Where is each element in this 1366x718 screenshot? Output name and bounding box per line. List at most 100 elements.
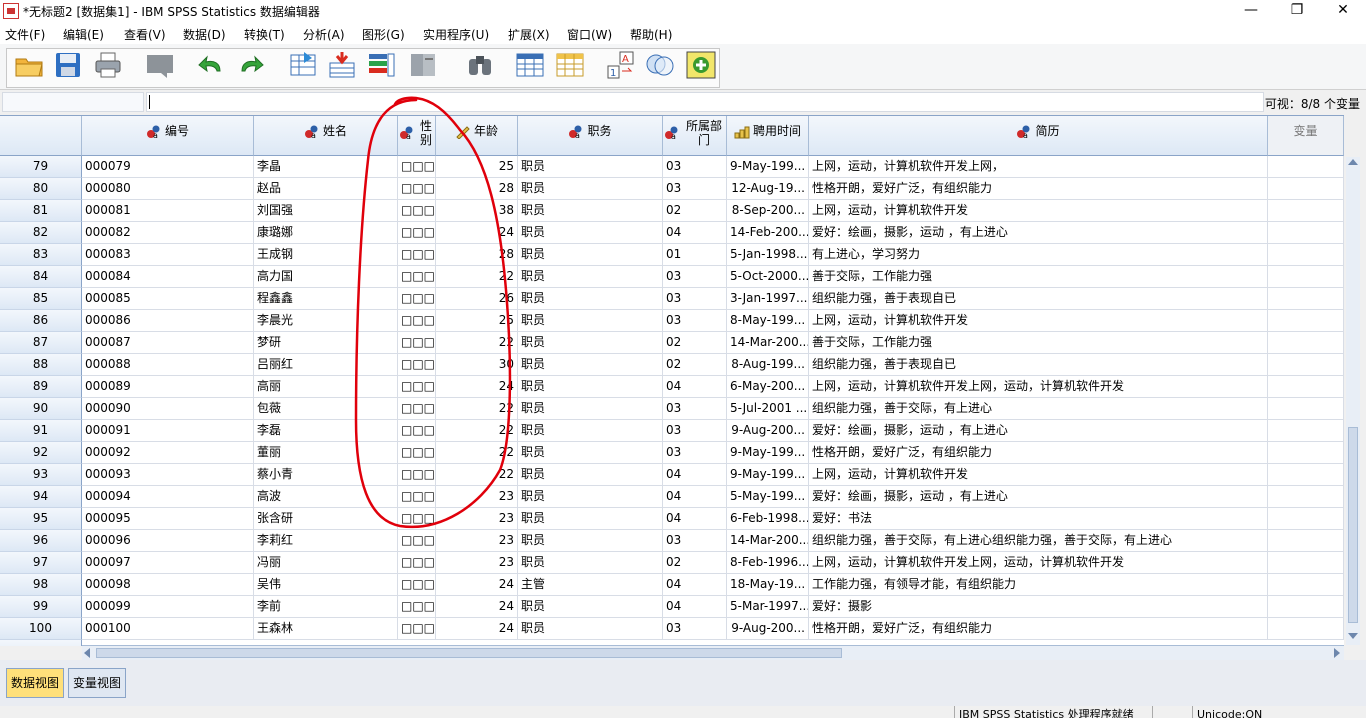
row-number[interactable]: 91: [0, 420, 82, 442]
cell-job[interactable]: 职员: [518, 156, 663, 178]
cell-id[interactable]: 000079: [82, 156, 254, 178]
scroll-down-icon[interactable]: [1348, 633, 1358, 639]
cell-date[interactable]: 5-Jan-1998...: [727, 244, 809, 266]
menu-data[interactable]: 数据(D): [183, 26, 226, 43]
cell-empty[interactable]: [1268, 618, 1344, 640]
cell-resume[interactable]: 上网，运动，计算机软件开发: [809, 200, 1268, 222]
cell-sex[interactable]: □□□: [398, 398, 436, 420]
cell-sex[interactable]: □□□: [398, 332, 436, 354]
redo-icon[interactable]: [236, 51, 266, 79]
cell-sex[interactable]: □□□: [398, 376, 436, 398]
save-icon[interactable]: [53, 51, 83, 79]
cell-dept[interactable]: 02: [663, 332, 727, 354]
column-header[interactable]: a 简历: [809, 116, 1268, 156]
row-number[interactable]: 87: [0, 332, 82, 354]
cell-job[interactable]: 职员: [518, 266, 663, 288]
cell-job[interactable]: 职员: [518, 596, 663, 618]
cell-resume[interactable]: 爱好：摄影: [809, 596, 1268, 618]
cell-job[interactable]: 职员: [518, 618, 663, 640]
cell-dept[interactable]: 03: [663, 442, 727, 464]
cell-sex[interactable]: □□□: [398, 618, 436, 640]
cell-job[interactable]: 职员: [518, 288, 663, 310]
row-number[interactable]: 92: [0, 442, 82, 464]
menu-window[interactable]: 窗口(W): [567, 26, 612, 43]
cell-name[interactable]: 王森林: [254, 618, 398, 640]
cell-date[interactable]: 9-May-199...: [727, 442, 809, 464]
cell-age[interactable]: 26: [436, 288, 518, 310]
column-header[interactable]: 聘用时间: [727, 116, 809, 156]
cell-sex[interactable]: □□□: [398, 508, 436, 530]
menu-edit[interactable]: 编辑(E): [63, 26, 104, 43]
cell-empty[interactable]: [1268, 288, 1344, 310]
cell-date[interactable]: 12-Aug-19...: [727, 178, 809, 200]
cell-empty[interactable]: [1268, 508, 1344, 530]
cell-empty[interactable]: [1268, 420, 1344, 442]
cell-job[interactable]: 职员: [518, 244, 663, 266]
cell-id[interactable]: 000085: [82, 288, 254, 310]
cell-dept[interactable]: 03: [663, 310, 727, 332]
cell-job[interactable]: 职员: [518, 530, 663, 552]
cell-age[interactable]: 23: [436, 552, 518, 574]
cell-job[interactable]: 职员: [518, 376, 663, 398]
cell-name[interactable]: 刘国强: [254, 200, 398, 222]
cell-age[interactable]: 22: [436, 464, 518, 486]
row-number[interactable]: 81: [0, 200, 82, 222]
cell-empty[interactable]: [1268, 178, 1344, 200]
cell-empty[interactable]: [1268, 354, 1344, 376]
row-number[interactable]: 97: [0, 552, 82, 574]
cell-dept[interactable]: 02: [663, 200, 727, 222]
cell-date[interactable]: 8-Sep-200...: [727, 200, 809, 222]
use-variable-sets-icon[interactable]: [645, 51, 675, 79]
cell-date[interactable]: 5-Jul-2001 ...: [727, 398, 809, 420]
print-icon[interactable]: [93, 51, 123, 79]
cell-resume[interactable]: 组织能力强，善于表现自已: [809, 354, 1268, 376]
cell-id[interactable]: 000089: [82, 376, 254, 398]
customize-toolbar-icon[interactable]: [686, 51, 716, 79]
cell-empty[interactable]: [1268, 332, 1344, 354]
cell-id[interactable]: 000100: [82, 618, 254, 640]
cell-id[interactable]: 000081: [82, 200, 254, 222]
cell-age[interactable]: 28: [436, 244, 518, 266]
cell-age[interactable]: 24: [436, 574, 518, 596]
row-number[interactable]: 93: [0, 464, 82, 486]
cell-name[interactable]: 程鑫鑫: [254, 288, 398, 310]
cell-id[interactable]: 000084: [82, 266, 254, 288]
cell-resume[interactable]: 组织能力强，善于交际，有上进心: [809, 398, 1268, 420]
cell-resume[interactable]: 性格开朗，爱好广泛，有组织能力: [809, 442, 1268, 464]
cell-date[interactable]: 9-Aug-200...: [727, 618, 809, 640]
cell-job[interactable]: 职员: [518, 486, 663, 508]
cell-id[interactable]: 000093: [82, 464, 254, 486]
cell-sex[interactable]: □□□: [398, 288, 436, 310]
cell-sex[interactable]: □□□: [398, 222, 436, 244]
horizontal-scroll-thumb[interactable]: [96, 648, 842, 658]
row-number[interactable]: 86: [0, 310, 82, 332]
cell-dept[interactable]: 04: [663, 376, 727, 398]
row-number-partial[interactable]: [0, 640, 82, 646]
cell-date[interactable]: 5-May-199...: [727, 486, 809, 508]
cell-name[interactable]: 李前: [254, 596, 398, 618]
cell-age[interactable]: 24: [436, 596, 518, 618]
cell-id[interactable]: 000083: [82, 244, 254, 266]
cell-name[interactable]: 王成钢: [254, 244, 398, 266]
cell-age[interactable]: 25: [436, 156, 518, 178]
cell-name[interactable]: 冯丽: [254, 552, 398, 574]
cell-name[interactable]: 吴伟: [254, 574, 398, 596]
row-number[interactable]: 100: [0, 618, 82, 640]
cell-empty[interactable]: [1268, 596, 1344, 618]
cell-name[interactable]: 高力国: [254, 266, 398, 288]
dialog-recall-icon[interactable]: [145, 51, 175, 79]
cell-empty[interactable]: [1268, 442, 1344, 464]
cell-id[interactable]: 000087: [82, 332, 254, 354]
cell-resume[interactable]: 组织能力强，善于交际，有上进心组织能力强，善于交际，有上进心: [809, 530, 1268, 552]
cell-job[interactable]: 职员: [518, 178, 663, 200]
cell-name[interactable]: 李莉红: [254, 530, 398, 552]
column-header[interactable]: a 性别: [398, 116, 436, 156]
cell-age[interactable]: 23: [436, 530, 518, 552]
go-to-case-icon[interactable]: [288, 51, 318, 79]
cell-empty[interactable]: [1268, 530, 1344, 552]
cell-sex[interactable]: □□□: [398, 266, 436, 288]
cell-empty[interactable]: [1268, 552, 1344, 574]
grid-corner[interactable]: [0, 116, 82, 156]
cell-job[interactable]: 职员: [518, 508, 663, 530]
cell-sex[interactable]: □□□: [398, 596, 436, 618]
